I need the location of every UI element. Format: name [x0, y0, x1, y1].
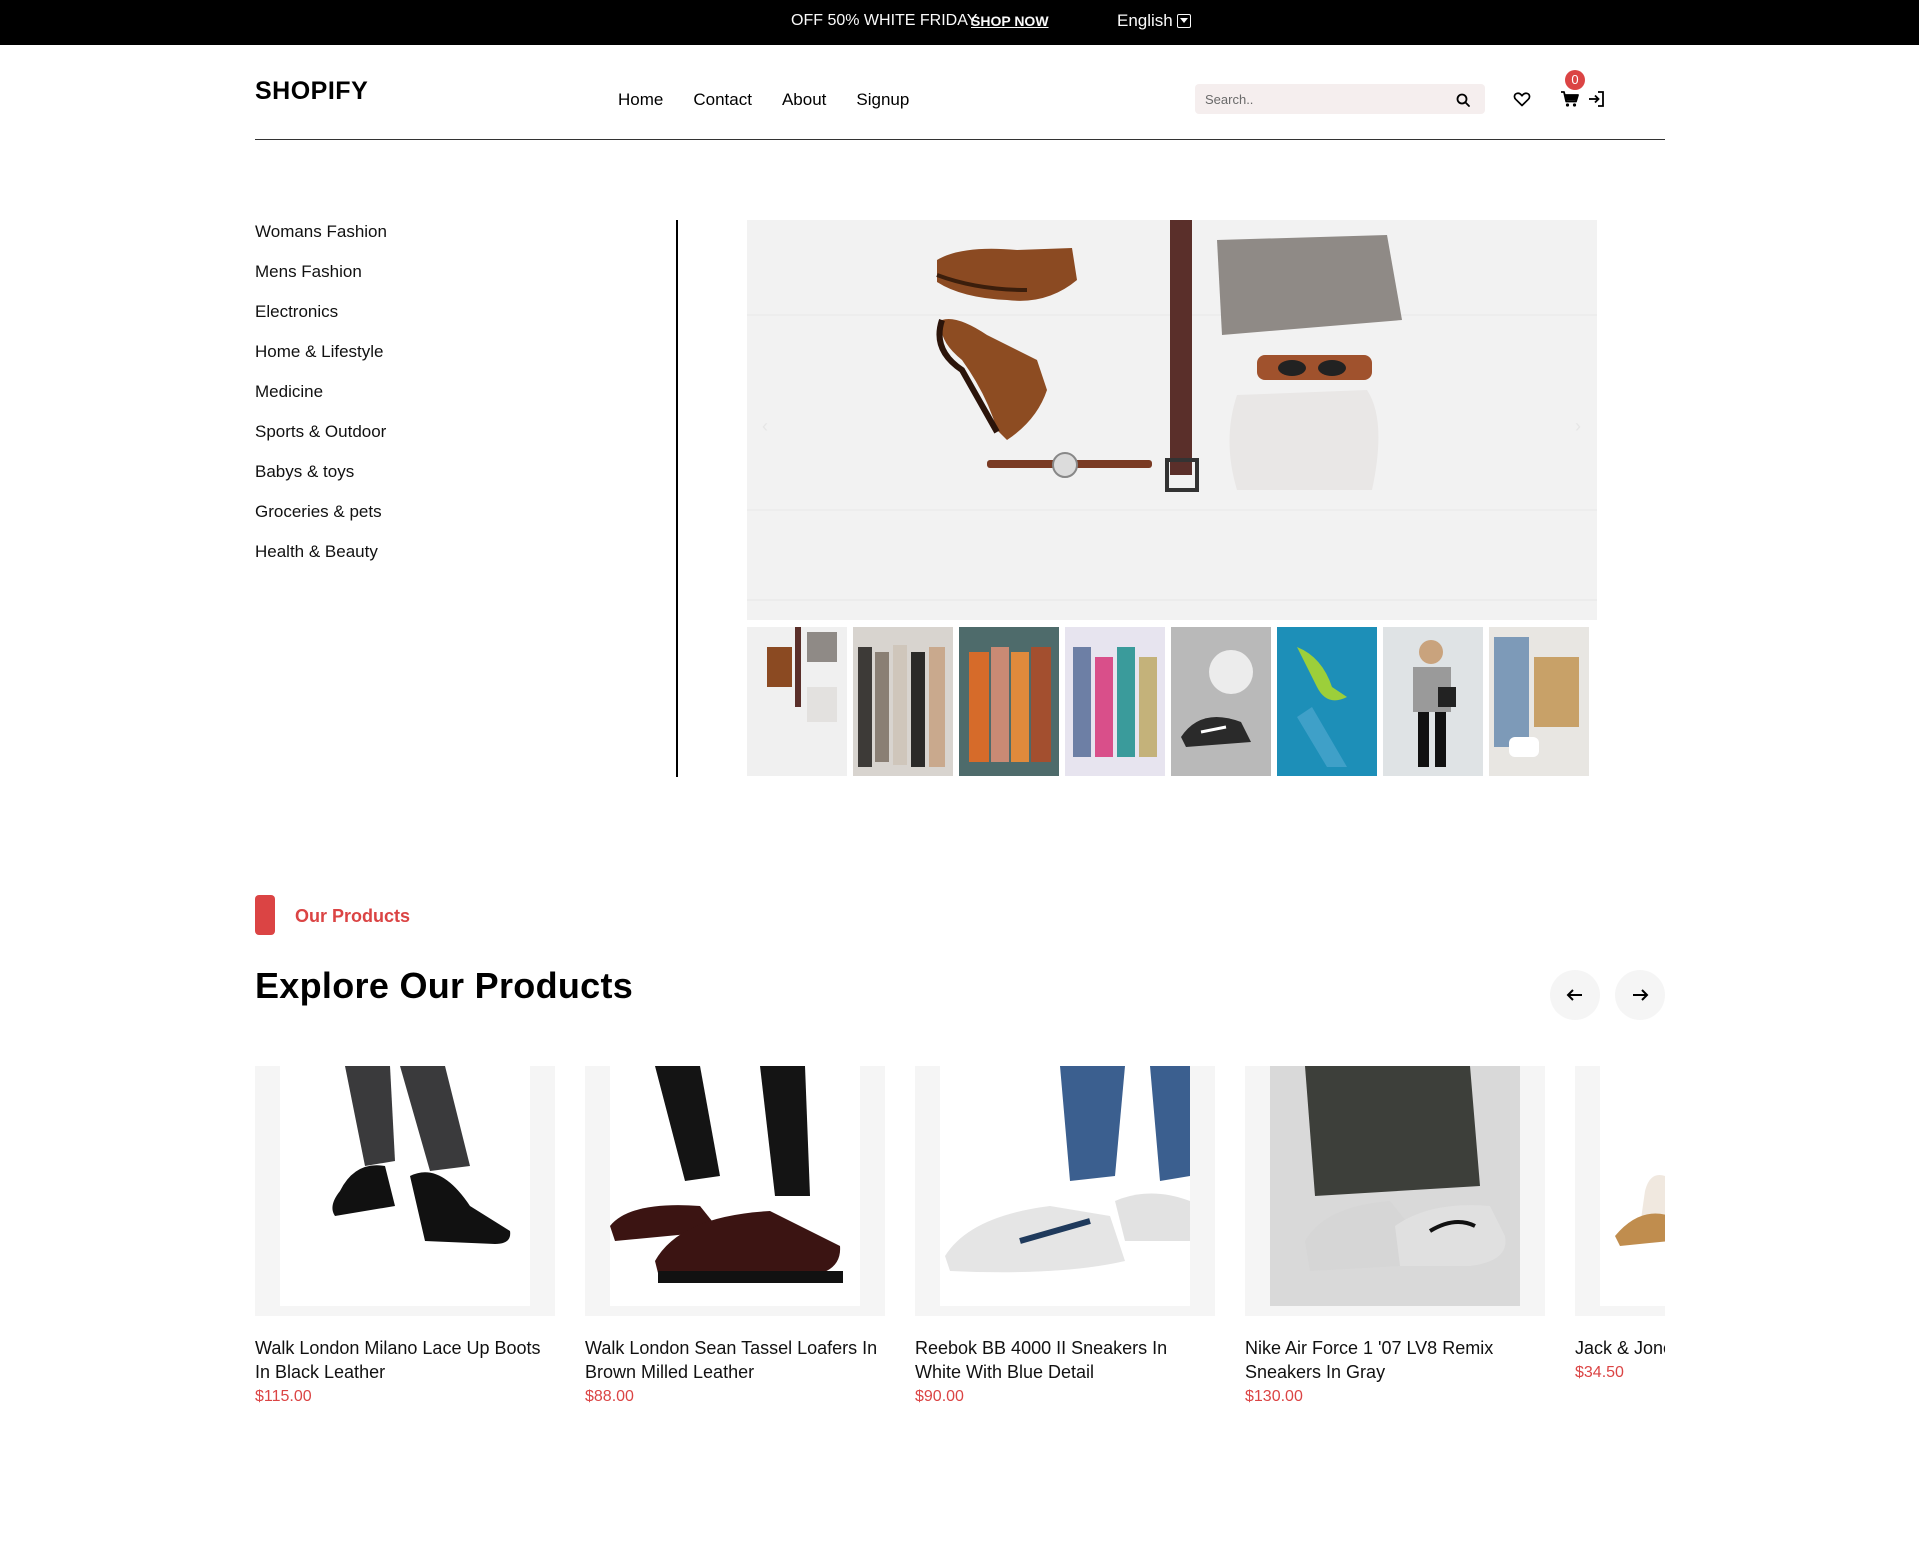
product-image[interactable]	[1245, 1066, 1545, 1316]
thumbnail[interactable]	[959, 627, 1059, 776]
product-card[interactable]: Walk London Milano Lace Up Boots In Blac…	[255, 1066, 555, 1406]
thumbnail[interactable]	[1171, 627, 1271, 776]
product-image[interactable]	[255, 1066, 555, 1316]
search-box	[1195, 84, 1485, 114]
heart-icon[interactable]	[1512, 89, 1532, 109]
hero-prev-arrow[interactable]: ‹	[762, 416, 768, 437]
thumbnail[interactable]	[853, 627, 953, 776]
category-sports-outdoor[interactable]: Sports & Outdoor	[255, 422, 387, 462]
section-tag-bar	[255, 895, 275, 935]
login-icon[interactable]	[1587, 89, 1607, 109]
product-image[interactable]	[585, 1066, 885, 1316]
search-input[interactable]	[1205, 89, 1445, 109]
category-groceries-pets[interactable]: Groceries & pets	[255, 502, 387, 542]
product-price: $90.00	[915, 1388, 964, 1405]
chevron-down-icon	[1176, 14, 1191, 28]
product-carousel: Walk London Milano Lace Up Boots In Blac…	[255, 1066, 1665, 1426]
top-banner: OFF 50% WHITE FRIDAY SHOP NOW English	[0, 0, 1919, 45]
promo-text: OFF 50% WHITE FRIDAY	[791, 12, 978, 29]
product-price: $34.50	[1575, 1364, 1624, 1381]
product-image[interactable]	[915, 1066, 1215, 1316]
product-name[interactable]: Nike Air Force 1 '07 LV8 Remix Sneakers …	[1245, 1336, 1545, 1384]
search-icon[interactable]	[1455, 92, 1471, 108]
category-medicine[interactable]: Medicine	[255, 382, 387, 422]
header-divider	[255, 139, 1665, 140]
product-price: $130.00	[1245, 1388, 1303, 1405]
arrow-left-icon	[1566, 989, 1582, 1001]
product-price: $88.00	[585, 1388, 634, 1405]
hero-next-arrow[interactable]: ›	[1575, 416, 1581, 437]
product-name[interactable]: Jack & Jones Slippers In	[1575, 1336, 1665, 1360]
product-card[interactable]: Nike Air Force 1 '07 LV8 Remix Sneakers …	[1245, 1066, 1545, 1406]
thumbnail[interactable]	[1383, 627, 1483, 776]
hero-thumbnails	[747, 627, 1589, 776]
section-tag: Our Products	[295, 906, 411, 926]
nav-signup[interactable]: Signup	[856, 90, 909, 110]
category-babys-toys[interactable]: Babys & toys	[255, 462, 387, 502]
thumbnail[interactable]	[747, 627, 847, 776]
product-name[interactable]: Walk London Milano Lace Up Boots In Blac…	[255, 1336, 555, 1384]
cart-icon[interactable]	[1560, 89, 1580, 109]
category-health-beauty[interactable]: Health & Beauty	[255, 542, 387, 582]
nav-contact[interactable]: Contact	[693, 90, 752, 110]
nav-home[interactable]: Home	[618, 90, 663, 110]
product-card[interactable]: Walk London Sean Tassel Loafers In Brown…	[585, 1066, 885, 1406]
category-mens-fashion[interactable]: Mens Fashion	[255, 262, 387, 302]
language-select[interactable]: English	[1117, 11, 1191, 31]
arrow-right-icon	[1633, 989, 1649, 1001]
product-card[interactable]: Jack & Jones Slippers In $34.50	[1575, 1066, 1665, 1382]
product-name[interactable]: Walk London Sean Tassel Loafers In Brown…	[585, 1336, 885, 1384]
thumbnail[interactable]	[1489, 627, 1589, 776]
category-list: Womans Fashion Mens Fashion Electronics …	[255, 222, 387, 582]
thumbnail[interactable]	[1065, 627, 1165, 776]
sidebar-divider	[676, 220, 678, 777]
cart-count-badge: 0	[1565, 70, 1585, 90]
hero-image	[747, 220, 1597, 620]
language-label: English	[1117, 11, 1173, 30]
product-price: $115.00	[255, 1388, 312, 1405]
category-home-lifestyle[interactable]: Home & Lifestyle	[255, 342, 387, 382]
prev-products-button[interactable]	[1550, 970, 1600, 1020]
thumbnail[interactable]	[1277, 627, 1377, 776]
product-name[interactable]: Reebok BB 4000 II Sneakers In White With…	[915, 1336, 1215, 1384]
logo[interactable]: SHOPIFY	[255, 77, 368, 106]
next-products-button[interactable]	[1615, 970, 1665, 1020]
hero-slider[interactable]: ‹ ›	[747, 220, 1597, 620]
nav-about[interactable]: About	[782, 90, 826, 110]
category-womans-fashion[interactable]: Womans Fashion	[255, 222, 387, 262]
main-nav: Home Contact About Signup	[618, 90, 909, 110]
product-image[interactable]	[1575, 1066, 1665, 1316]
category-electronics[interactable]: Electronics	[255, 302, 387, 342]
section-title: Explore Our Products	[255, 965, 634, 1006]
shop-now-link[interactable]: SHOP NOW	[971, 13, 1049, 29]
product-card[interactable]: Reebok BB 4000 II Sneakers In White With…	[915, 1066, 1215, 1406]
